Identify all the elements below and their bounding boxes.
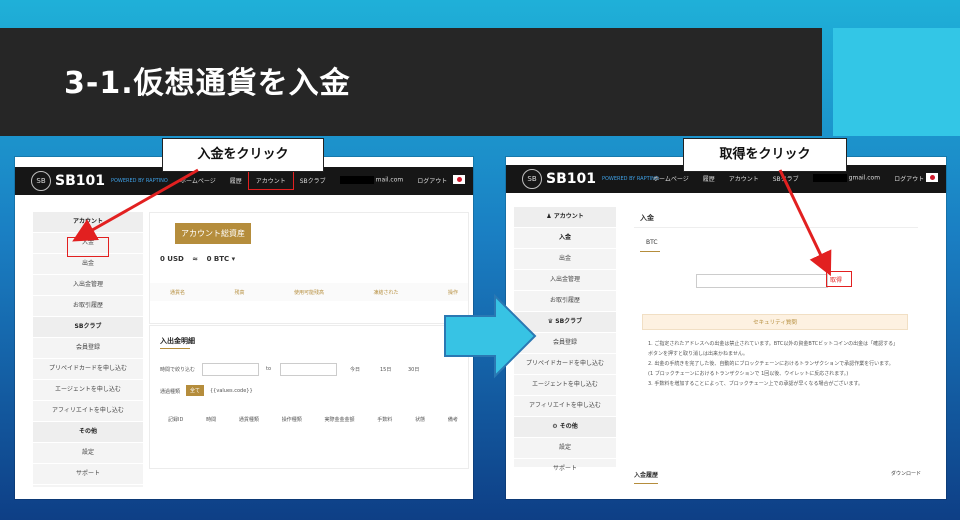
annotation-arrows: [72, 168, 832, 379]
red-arrow-right: [778, 169, 832, 277]
red-arrow-left: [72, 168, 199, 242]
next-step-arrow-icon: [444, 293, 537, 379]
